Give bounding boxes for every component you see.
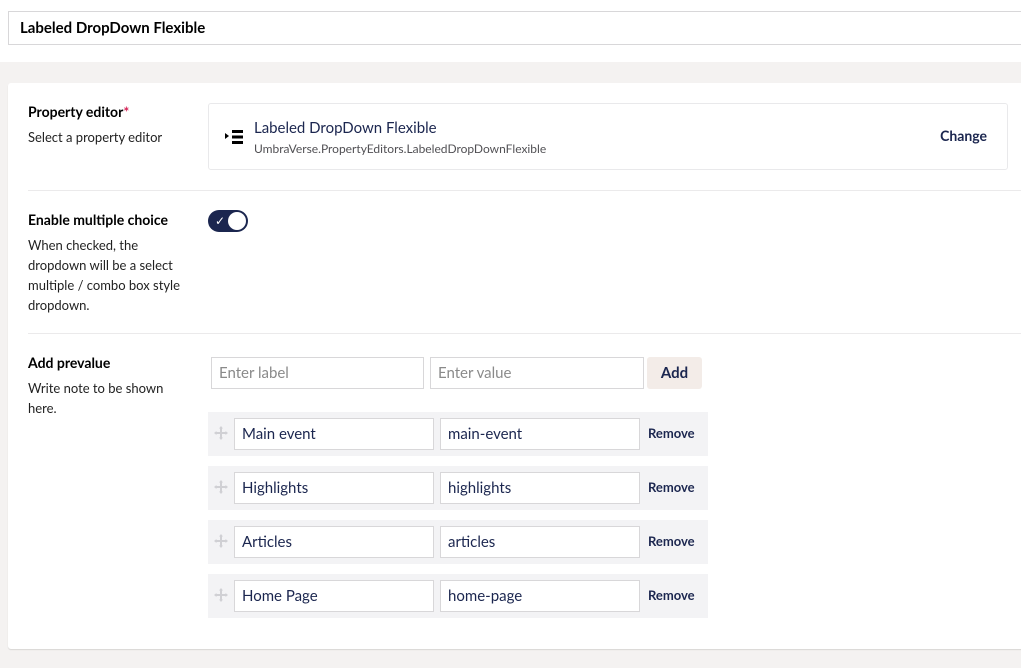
multiple-choice-label: Enable multiple choice <box>28 211 168 228</box>
datatype-name-input[interactable]: Labeled DropDown Flexible <box>8 11 1021 45</box>
remove-button[interactable]: Remove <box>648 425 695 441</box>
add-prevalue-description: Write note to be shown here. <box>28 380 164 416</box>
prevalue-label-input[interactable] <box>234 418 434 450</box>
prevalue-row: Remove <box>208 520 708 564</box>
drag-handle-icon[interactable] <box>214 480 228 494</box>
prevalue-row: Remove <box>208 466 708 510</box>
property-editor-alias: UmbraVerse.PropertyEditors.LabeledDropDo… <box>254 141 547 156</box>
divider <box>28 333 1021 334</box>
drag-handle-icon[interactable] <box>214 588 228 602</box>
prevalue-row: Remove <box>208 574 708 618</box>
add-button[interactable]: Add <box>647 357 702 389</box>
prevalue-row: Remove <box>208 412 708 456</box>
multiple-choice-row: Enable multiple choice When checked, the… <box>28 211 1021 315</box>
multiple-choice-toggle[interactable]: ✓ <box>208 210 248 232</box>
prevalue-value-input[interactable] <box>440 472 640 504</box>
toggle-knob <box>228 212 246 230</box>
change-button[interactable]: Change <box>940 127 987 144</box>
divider <box>28 190 1021 191</box>
property-editor-picker[interactable]: Labeled DropDown Flexible UmbraVerse.Pro… <box>208 103 1008 170</box>
prevalue-value-input[interactable] <box>440 580 640 612</box>
property-editor-name: Labeled DropDown Flexible <box>254 119 437 137</box>
check-icon: ✓ <box>215 213 226 228</box>
settings-card: Property editor* Select a property edito… <box>8 83 1021 649</box>
new-label-input[interactable] <box>211 357 424 389</box>
prevalue-value-input[interactable] <box>440 418 640 450</box>
drag-handle-icon[interactable] <box>214 534 228 548</box>
drag-handle-icon[interactable] <box>214 426 228 440</box>
remove-button[interactable]: Remove <box>648 587 695 603</box>
new-value-input[interactable] <box>430 357 644 389</box>
required-marker: * <box>123 103 130 120</box>
remove-button[interactable]: Remove <box>648 479 695 495</box>
prevalue-value-input[interactable] <box>440 526 640 558</box>
multiple-choice-description: When checked, the dropdown will be a sel… <box>28 237 180 313</box>
property-editor-description: Select a property editor <box>28 129 163 145</box>
list-icon <box>225 130 243 144</box>
prevalue-label-input[interactable] <box>234 526 434 558</box>
prevalue-label-input[interactable] <box>234 472 434 504</box>
editor-header: Labeled DropDown Flexible <box>0 0 1021 62</box>
remove-button[interactable]: Remove <box>648 533 695 549</box>
prevalue-label-input[interactable] <box>234 580 434 612</box>
